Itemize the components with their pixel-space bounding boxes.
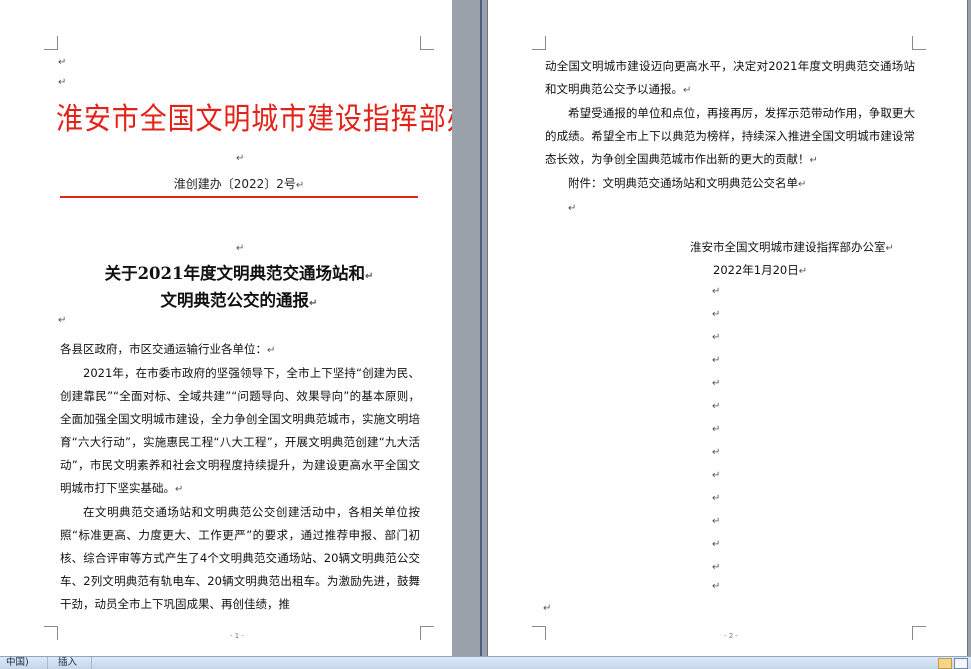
paragraph-mark: ↵ <box>712 401 721 412</box>
document-number: 淮创建办〔2022〕2号↵ <box>173 177 305 191</box>
print-layout-view-button[interactable] <box>938 658 952 669</box>
crop-mark <box>912 626 926 640</box>
salutation: 各县区政府，市区交通运输行业各单位：↵ <box>60 342 276 356</box>
paragraph-mark: ↵ <box>712 493 721 504</box>
signature-date: 2022年1月20日↵ <box>713 263 808 277</box>
document-page-1[interactable]: ↵ ↵ 淮安市全国文明城市建设指挥部办公室 ↵ 淮创建办〔2022〕2号↵ ↵ … <box>0 0 452 656</box>
paragraph-mark: ↵ <box>58 57 67 68</box>
attachment-line: 附件：文明典范交通场站和文明典范公交名单↵ <box>568 176 807 190</box>
crop-mark <box>912 36 926 50</box>
notice-title: 关于2021年度文明典范交通场站和↵ 文明典范公交的通报↵ <box>104 264 374 310</box>
crop-mark <box>44 36 58 50</box>
paragraph-mark: ↵ <box>712 332 721 343</box>
body-text-page-1[interactable]: 各县区政府，市区交通运输行业各单位：↵ 2021年，在市委市政府的坚强领导下，全… <box>60 338 420 616</box>
paragraph-mark: ↵ <box>58 315 67 326</box>
paragraph-mark: ↵ <box>712 424 721 435</box>
crop-mark <box>420 36 434 50</box>
body-text-page-2[interactable]: 动全国文明城市建设迈向更高水平，决定对2021年度文明典范交通场站和文明典范公交… <box>545 55 915 220</box>
paragraph-mark: ↵ <box>712 516 721 527</box>
red-separator-line <box>60 196 418 198</box>
paragraph-mark: ↵ <box>712 470 721 481</box>
crop-mark <box>532 626 546 640</box>
paragraph-mark: ↵ <box>236 243 245 254</box>
page-gap-divider <box>480 0 482 656</box>
paragraph-mark: ↵ <box>236 153 245 164</box>
page-number: - 2 - <box>724 632 738 640</box>
insert-mode-indicator[interactable]: 插入 <box>52 657 92 669</box>
paragraph-mark: ↵ <box>712 355 721 366</box>
body-paragraph: 在文明典范交通场站和文明典范公交创建活动中，各相关单位按照“标准更高、力度更大、… <box>60 505 420 611</box>
status-bar: 中国) 插入 <box>0 656 971 669</box>
paragraph-mark: ↵ <box>712 539 721 550</box>
paragraph-mark: ↵ <box>712 447 721 458</box>
organization-title: 淮安市全国文明城市建设指挥部办公室 <box>56 102 452 137</box>
paragraph-mark: ↵ <box>568 203 577 214</box>
crop-mark <box>44 626 58 640</box>
signature-organization: 淮安市全国文明城市建设指挥部办公室↵ <box>690 240 894 254</box>
paragraph-mark: ↵ <box>712 309 721 320</box>
paragraph-mark: ↵ <box>58 77 67 88</box>
paragraph-mark: ↵ <box>712 286 721 297</box>
page-gap <box>452 0 488 656</box>
page-number: - 1 - <box>230 632 244 640</box>
paragraph-mark: ↵ <box>712 378 721 389</box>
body-paragraph: 希望受通报的单位和点位，再接再厉，发挥示范带动作用，争取更大的成绩。希望全市上下… <box>545 106 915 166</box>
body-paragraph: 2021年，在市委市政府的坚强领导下，全市上下坚持“创建为民、创建靠民”“全面对… <box>60 366 420 495</box>
paragraph-mark: ↵ <box>543 603 552 614</box>
paragraph-mark: ↵ <box>712 562 721 573</box>
paragraph-mark: ↵ <box>712 581 721 592</box>
crop-mark <box>532 36 546 50</box>
language-indicator[interactable]: 中国) <box>0 657 48 669</box>
full-screen-view-button[interactable] <box>954 658 968 669</box>
body-paragraph: 动全国文明城市建设迈向更高水平，决定对2021年度文明典范交通场站和文明典范公交… <box>545 59 915 96</box>
crop-mark <box>420 626 434 640</box>
